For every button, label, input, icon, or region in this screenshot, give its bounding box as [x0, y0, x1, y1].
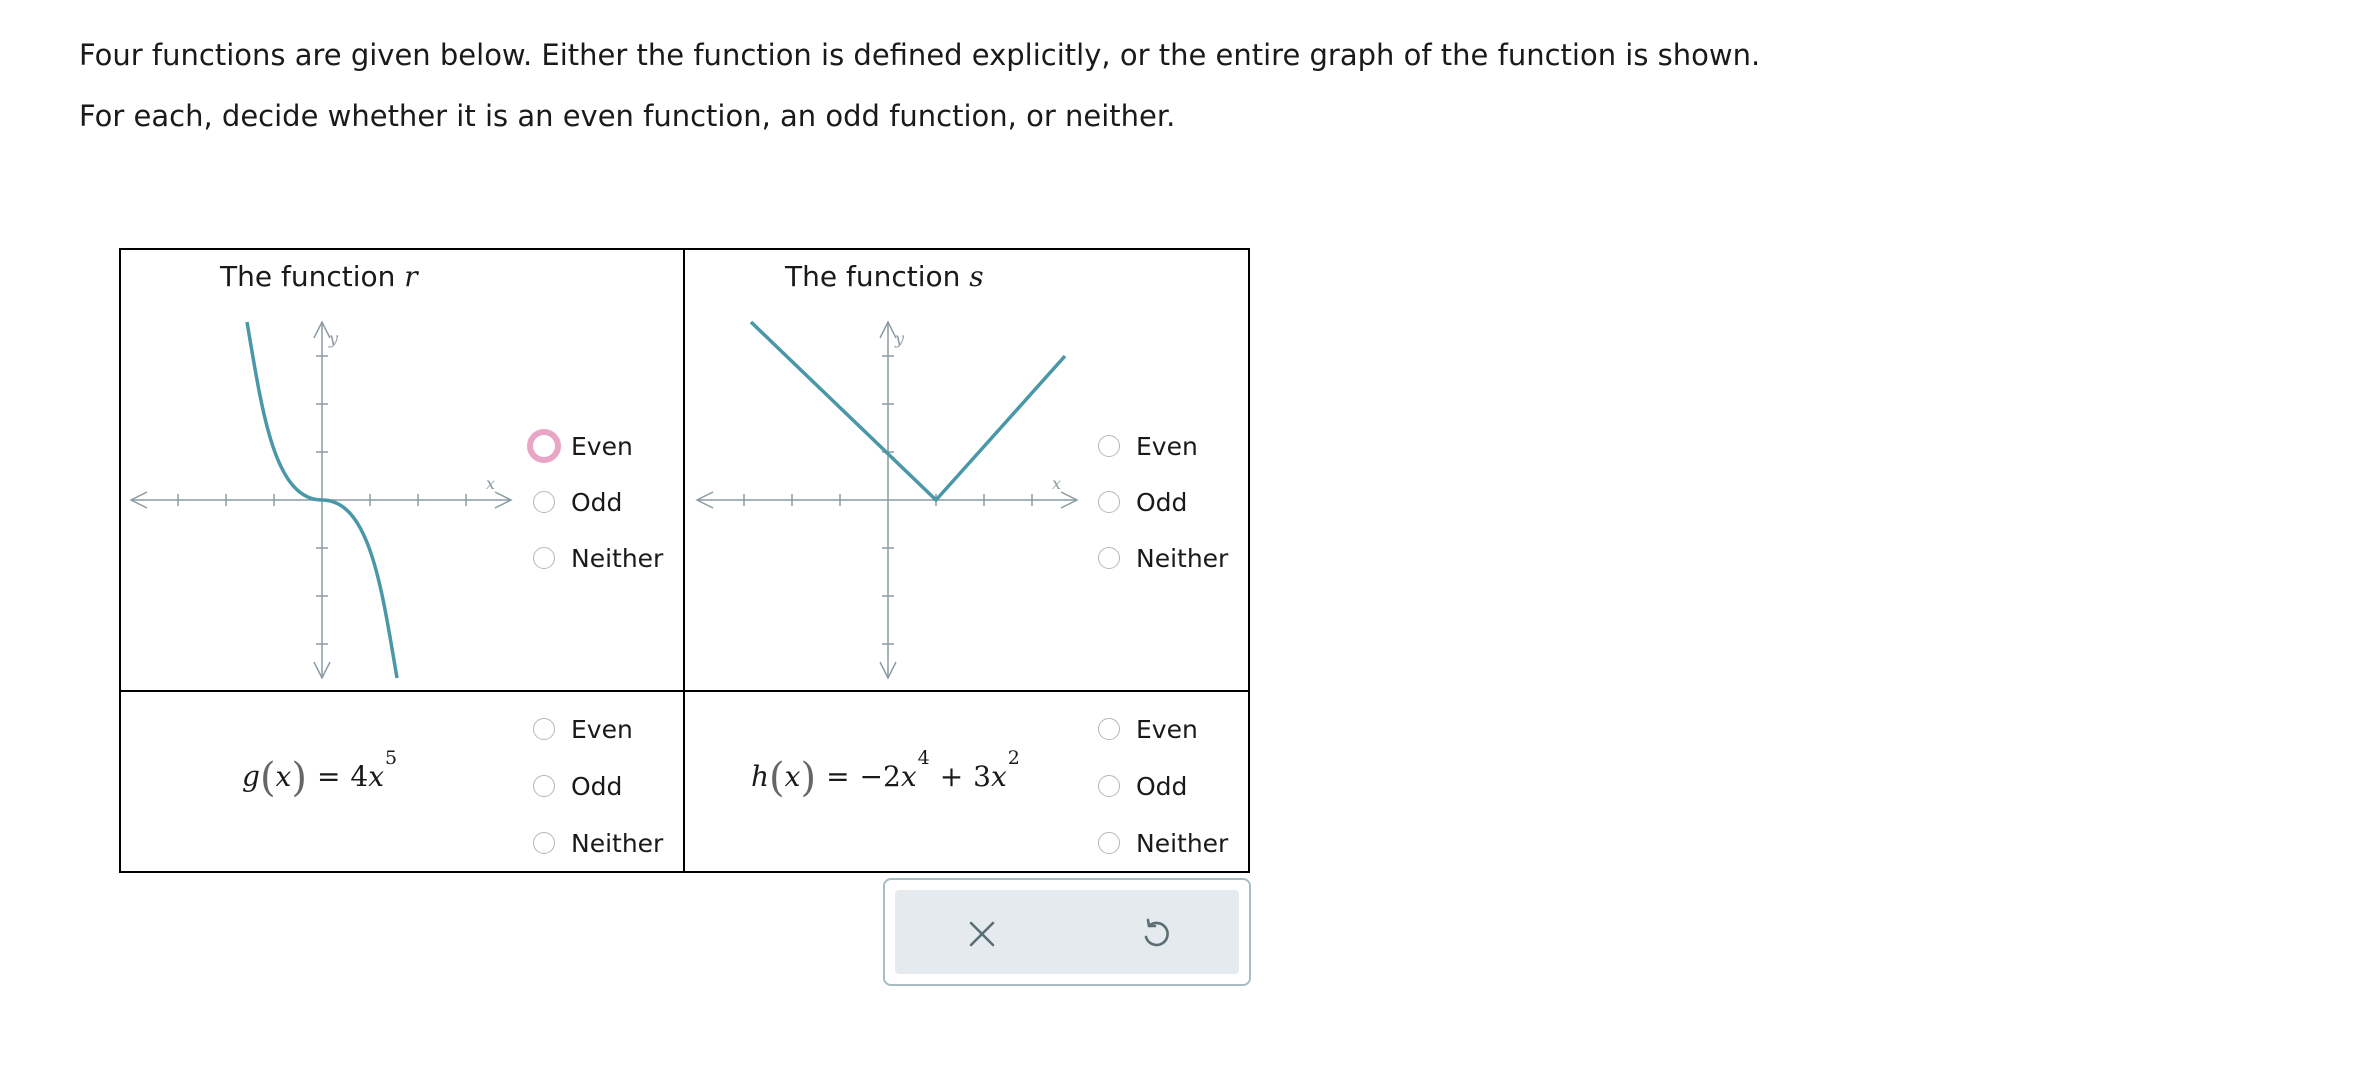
- option-r-neither[interactable]: Neither: [533, 538, 663, 578]
- cell-r-function-name: r: [404, 260, 418, 293]
- option-g-odd[interactable]: Odd: [533, 766, 622, 806]
- answer-toolbar: [883, 878, 1251, 986]
- formula-h-plus: +: [939, 760, 964, 793]
- radio-s-odd[interactable]: [1098, 491, 1120, 513]
- cell-s-title-prefix: The function: [785, 260, 970, 293]
- option-g-even-label: Even: [571, 714, 633, 744]
- clear-button[interactable]: [895, 890, 1069, 978]
- radio-g-even[interactable]: [533, 718, 555, 740]
- undo-button[interactable]: [1069, 890, 1243, 978]
- option-g-neither-label: Neither: [571, 828, 664, 858]
- formula-g-coef: 4: [350, 760, 369, 793]
- formula-g: g(x) = 4x5: [242, 746, 398, 801]
- option-h-even-label: Even: [1136, 714, 1198, 744]
- cell-r-title-prefix: The function: [220, 260, 405, 293]
- option-g-even[interactable]: Even: [533, 709, 633, 749]
- option-r-even[interactable]: Even: [527, 426, 633, 466]
- functions-grid: The function r y x The function s y x g(…: [119, 248, 1250, 873]
- close-icon: [969, 921, 995, 947]
- formula-h-term1-coef: −2: [859, 760, 901, 793]
- radio-h-odd[interactable]: [1098, 775, 1120, 797]
- formula-h-var: x: [784, 760, 801, 793]
- option-s-even[interactable]: Even: [1098, 426, 1198, 466]
- option-s-neither-label: Neither: [1136, 543, 1229, 573]
- option-s-odd[interactable]: Odd: [1098, 482, 1187, 522]
- option-r-even-label: Even: [571, 431, 633, 461]
- radio-r-odd[interactable]: [533, 491, 555, 513]
- formula-g-equals: =: [316, 760, 341, 793]
- graph-s-curve: [749, 320, 1067, 503]
- option-r-odd[interactable]: Odd: [533, 482, 622, 522]
- formula-g-var-2: x: [368, 760, 385, 793]
- instruction-line-1: Four functions are given below. Either t…: [79, 38, 1761, 72]
- option-s-even-label: Even: [1136, 431, 1198, 461]
- graph-s-y-label: y: [894, 329, 905, 348]
- cell-r-title: The function r: [220, 260, 418, 293]
- option-h-odd-label: Odd: [1136, 771, 1188, 801]
- instruction-line-2: For each, decide whether it is an even f…: [79, 99, 1176, 133]
- radio-g-neither[interactable]: [533, 832, 555, 854]
- formula-h-term1-exponent: 4: [917, 746, 930, 769]
- radio-s-neither[interactable]: [1098, 547, 1120, 569]
- formula-h-equals: =: [826, 760, 850, 793]
- undo-icon: [1144, 918, 1169, 947]
- formula-h-term1-var: x: [900, 760, 917, 793]
- formula-g-exponent: 5: [385, 746, 398, 769]
- cell-s-title: The function s: [785, 260, 984, 293]
- option-g-odd-label: Odd: [571, 771, 623, 801]
- option-h-even[interactable]: Even: [1098, 709, 1198, 749]
- formula-g-var: x: [275, 760, 292, 793]
- option-h-neither[interactable]: Neither: [1098, 823, 1228, 863]
- answer-toolbar-inner: [895, 890, 1239, 974]
- option-r-odd-label: Odd: [571, 487, 623, 517]
- graph-s-axes: [695, 320, 1079, 680]
- graph-r-y-label: y: [328, 329, 339, 348]
- option-r-neither-label: Neither: [571, 543, 664, 573]
- graph-r: y x: [129, 320, 513, 680]
- option-g-neither[interactable]: Neither: [533, 823, 663, 863]
- radio-h-neither[interactable]: [1098, 832, 1120, 854]
- radio-r-even[interactable]: [527, 429, 561, 463]
- radio-g-odd[interactable]: [533, 775, 555, 797]
- option-s-neither[interactable]: Neither: [1098, 538, 1228, 578]
- formula-h-term2-exponent: 2: [1007, 746, 1020, 769]
- formula-h: h(x) = −2x4+ 3x2: [751, 746, 1020, 801]
- radio-h-even[interactable]: [1098, 718, 1120, 740]
- formula-g-name: g: [242, 760, 260, 793]
- radio-r-neither[interactable]: [533, 547, 555, 569]
- graph-r-x-label: x: [486, 474, 495, 493]
- cell-s-function-name: s: [969, 260, 984, 293]
- option-s-odd-label: Odd: [1136, 487, 1188, 517]
- formula-h-term2-var: x: [991, 760, 1007, 793]
- graph-s: y x: [695, 320, 1079, 680]
- formula-h-name: h: [751, 760, 770, 793]
- graph-s-x-label: x: [1052, 474, 1061, 493]
- option-h-neither-label: Neither: [1136, 828, 1229, 858]
- formula-h-term2-coef: 3: [973, 760, 991, 793]
- radio-s-even[interactable]: [1098, 435, 1120, 457]
- option-h-odd[interactable]: Odd: [1098, 766, 1187, 806]
